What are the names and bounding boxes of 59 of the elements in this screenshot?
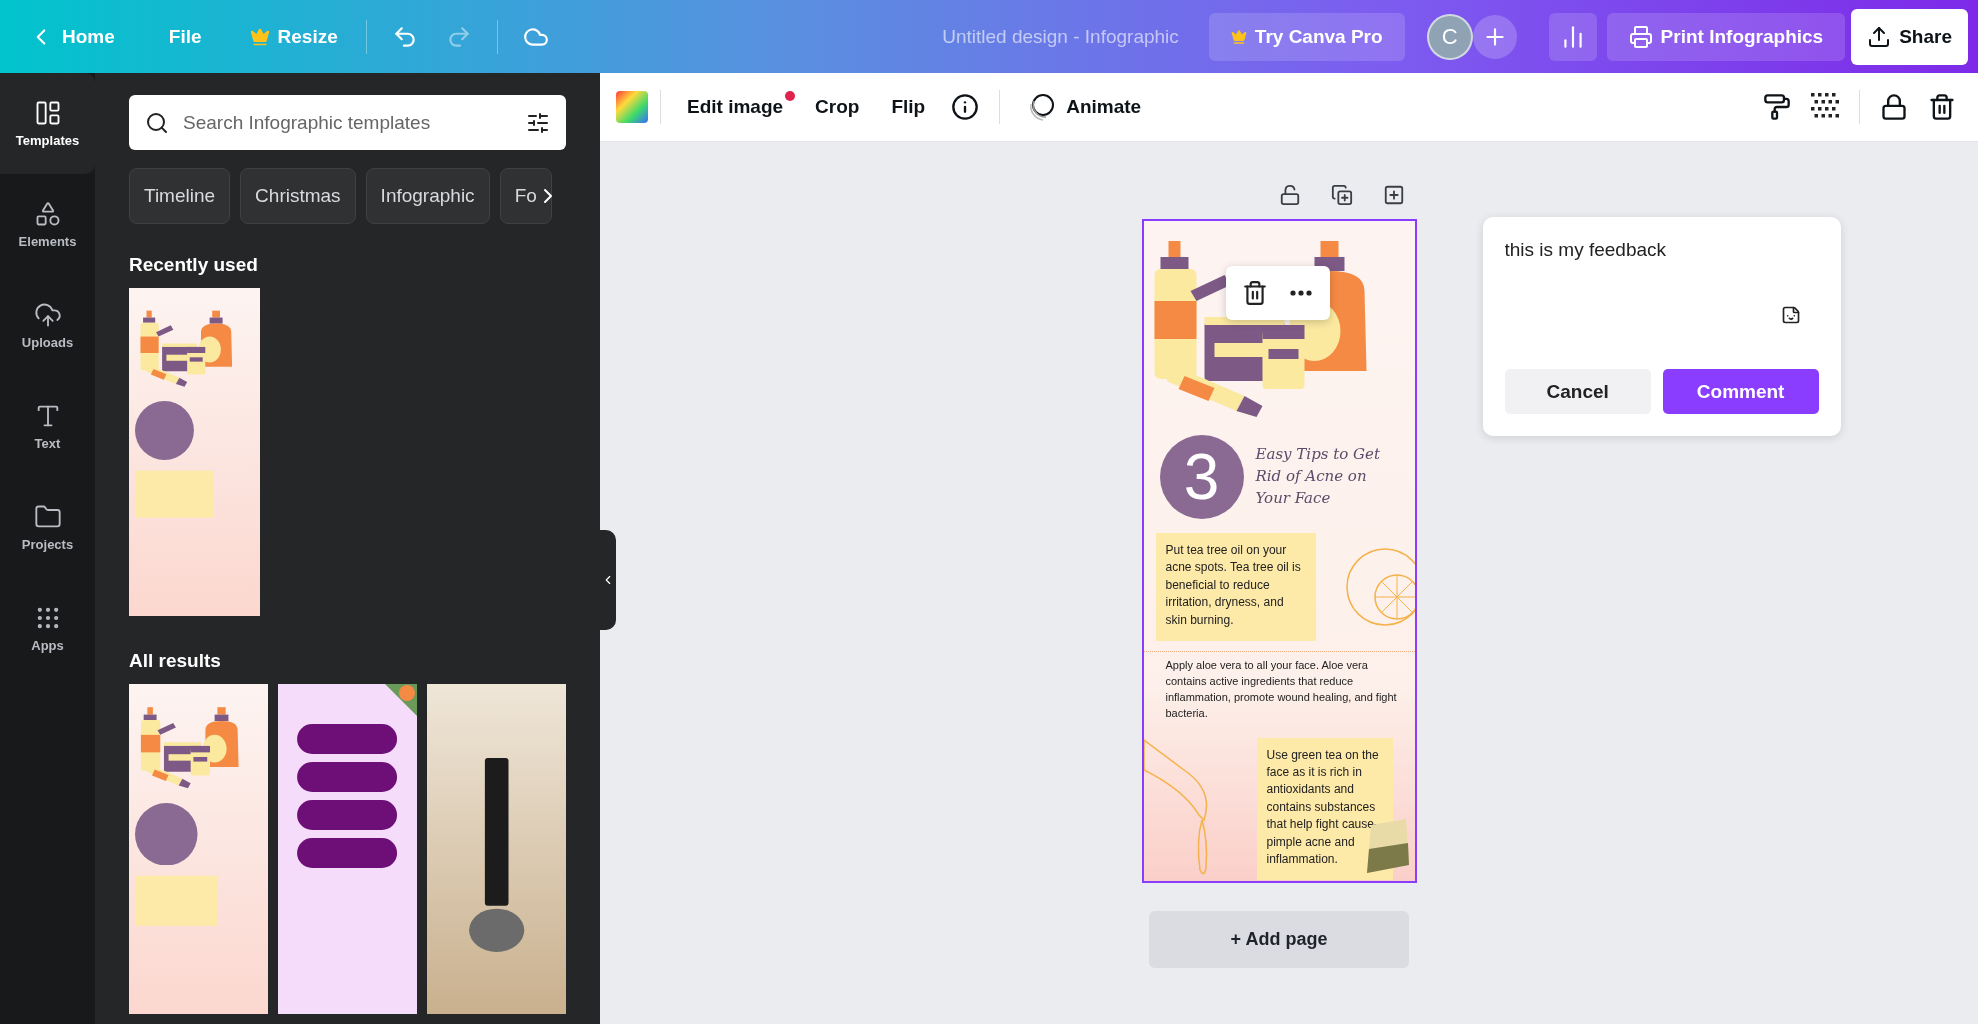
lock-open-icon — [1278, 184, 1301, 206]
sidebar-item[interactable]: Templates — [0, 73, 95, 174]
template-thumbnail[interactable] — [427, 684, 566, 1014]
search-icon — [145, 110, 169, 135]
copy-plus-icon — [1330, 184, 1353, 206]
crown-icon — [1230, 28, 1247, 45]
section-heading: All results — [129, 650, 222, 672]
tip-text: Use green tea on the face as it is rich in antioxidants and contains substances that help fight cause-pimple acne and inflammation. — [1256, 737, 1393, 881]
leaves-drawing — [385, 684, 417, 716]
category-chip[interactable]: Christmas — [240, 168, 356, 224]
design-page[interactable] — [1141, 219, 1417, 883]
section-heading: Recently used — [129, 254, 259, 276]
color-swatch-icon[interactable] — [616, 91, 648, 123]
flip-button[interactable]: Flip — [877, 85, 940, 129]
printer-icon — [1628, 24, 1653, 49]
category-chip[interactable]: Timeline — [129, 168, 231, 224]
sidebar-item[interactable]: Uploads — [0, 275, 95, 376]
animate-button[interactable]: Animate — [1012, 85, 1156, 129]
category-chip[interactable]: Fo — [499, 168, 552, 224]
lock-icon — [1880, 93, 1908, 121]
design-title: Untitled design - Infographic — [942, 25, 1179, 48]
number-circle: 3 — [1159, 435, 1244, 519]
tip-text: Put tea tree oil on your acne spots. Tea tree oil is beneficial to reduce irritation, dryness, and skin burning. — [1155, 533, 1316, 641]
trash-icon — [1928, 93, 1956, 121]
circle-drawing — [135, 400, 194, 460]
square-plus-icon — [1382, 184, 1405, 206]
share-button[interactable]: Share — [1851, 8, 1968, 65]
template-thumbnail[interactable] — [129, 684, 268, 1014]
info-icon — [951, 93, 980, 121]
tip-text: Apply aloe vera to all your face. Aloe vera contains active ingredients that reduce inflammation, promote wound healing, and fight bacteria. — [1164, 657, 1398, 721]
add-collaborator-button[interactable] — [1472, 14, 1517, 59]
cloud-upload-icon — [33, 301, 62, 329]
template-thumbnail[interactable] — [278, 684, 417, 1014]
collapse-panel-handle[interactable] — [600, 530, 616, 630]
add-page-button[interactable]: + Add page — [1149, 911, 1409, 968]
crop-button[interactable]: Crop — [801, 85, 874, 129]
crown-icon — [249, 26, 270, 47]
print-button[interactable]: Print Infographics — [1606, 12, 1846, 61]
insights-button[interactable] — [1548, 12, 1597, 61]
circle-drawing — [135, 802, 198, 866]
sidebar-item[interactable]: Text — [0, 376, 95, 477]
search-field[interactable]: Search Infographic templates — [129, 95, 566, 150]
trash-icon — [1241, 280, 1268, 306]
more-icon — [1289, 290, 1312, 296]
sidebar-item[interactable]: Apps — [0, 578, 95, 679]
edit-image-button[interactable]: Edit image — [673, 85, 798, 129]
comment-button[interactable]: Comment — [1662, 369, 1819, 414]
sidebar-item[interactable]: Elements — [0, 174, 95, 275]
template-thumbnail[interactable] — [129, 288, 260, 616]
sidebar-item[interactable]: Projects — [0, 477, 95, 578]
paint-roller-icon — [1763, 93, 1791, 121]
upload-icon — [1867, 24, 1892, 49]
search-input[interactable]: Search Infographic templates — [181, 110, 514, 135]
filter-icon[interactable] — [526, 110, 550, 135]
comment-input[interactable]: this is my feedback — [1504, 239, 1819, 299]
checkerboard-icon — [1811, 93, 1839, 121]
design-heading: Easy Tips to Get Rid of Acne on Your Face — [1255, 444, 1381, 509]
cancel-button[interactable]: Cancel — [1504, 369, 1651, 414]
category-chip[interactable]: Infographic — [365, 168, 490, 224]
